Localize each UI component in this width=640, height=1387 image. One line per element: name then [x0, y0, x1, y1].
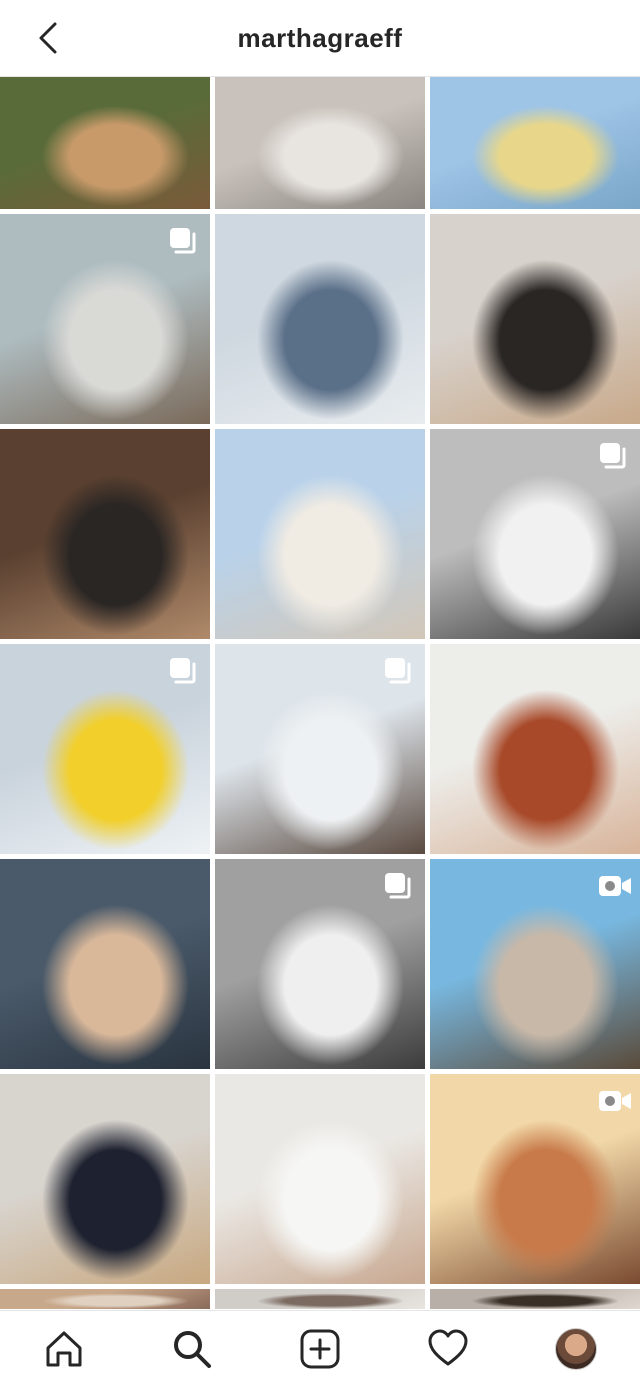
post-image: [215, 1074, 425, 1284]
post-thumbnail[interactable]: [430, 429, 640, 639]
post-image: [0, 77, 210, 209]
post-image: [0, 429, 210, 639]
profile-username: marthagraeff: [237, 22, 403, 53]
top-bar: marthagraeff: [0, 0, 640, 77]
carousel-icon: [168, 226, 198, 256]
post-image: [0, 1074, 210, 1284]
post-thumbnail[interactable]: [430, 214, 640, 424]
post-image: [430, 214, 640, 424]
post-image: [215, 1289, 425, 1309]
post-thumbnail[interactable]: [0, 859, 210, 1069]
carousel-icon: [168, 656, 198, 686]
post-image: [430, 1289, 640, 1309]
carousel-icon: [383, 871, 413, 901]
nav-profile[interactable]: [544, 1317, 608, 1381]
bottom-nav: [0, 1310, 640, 1387]
post-image: [0, 1289, 210, 1309]
post-image: [0, 859, 210, 1069]
post-thumbnail[interactable]: [430, 859, 640, 1069]
post-image: [215, 77, 425, 209]
carousel-icon: [383, 656, 413, 686]
post-image: [430, 644, 640, 854]
post-image: [430, 77, 640, 209]
add-icon: [300, 1329, 340, 1369]
video-icon: [598, 871, 631, 901]
post-thumbnail[interactable]: [215, 1289, 425, 1309]
post-thumbnail[interactable]: [0, 214, 210, 424]
heart-icon: [428, 1329, 468, 1366]
post-thumbnail[interactable]: [0, 644, 210, 854]
post-thumbnail[interactable]: [0, 77, 210, 209]
post-thumbnail[interactable]: [0, 1074, 210, 1284]
carousel-icon: [598, 441, 628, 471]
post-thumbnail[interactable]: [0, 429, 210, 639]
post-thumbnail[interactable]: [215, 859, 425, 1069]
post-grid: [0, 77, 640, 1310]
post-thumbnail[interactable]: [430, 1289, 640, 1309]
profile-avatar: [555, 1328, 597, 1370]
search-icon: [174, 1331, 211, 1368]
post-thumbnail[interactable]: [215, 644, 425, 854]
nav-new-post[interactable]: [288, 1317, 352, 1381]
video-icon: [598, 1086, 631, 1116]
post-image: [215, 214, 425, 424]
back-arrow-icon: [39, 22, 57, 54]
nav-home[interactable]: [32, 1317, 96, 1381]
post-thumbnail[interactable]: [430, 1074, 640, 1284]
post-thumbnail[interactable]: [215, 1074, 425, 1284]
back-button[interactable]: [30, 20, 66, 56]
post-thumbnail[interactable]: [430, 77, 640, 209]
post-thumbnail[interactable]: [215, 214, 425, 424]
post-thumbnail[interactable]: [215, 429, 425, 639]
post-thumbnail[interactable]: [430, 644, 640, 854]
nav-search[interactable]: [160, 1317, 224, 1381]
post-thumbnail[interactable]: [0, 1289, 210, 1309]
post-thumbnail[interactable]: [215, 77, 425, 209]
post-image: [215, 429, 425, 639]
home-icon: [46, 1331, 82, 1367]
nav-activity[interactable]: [416, 1317, 480, 1381]
